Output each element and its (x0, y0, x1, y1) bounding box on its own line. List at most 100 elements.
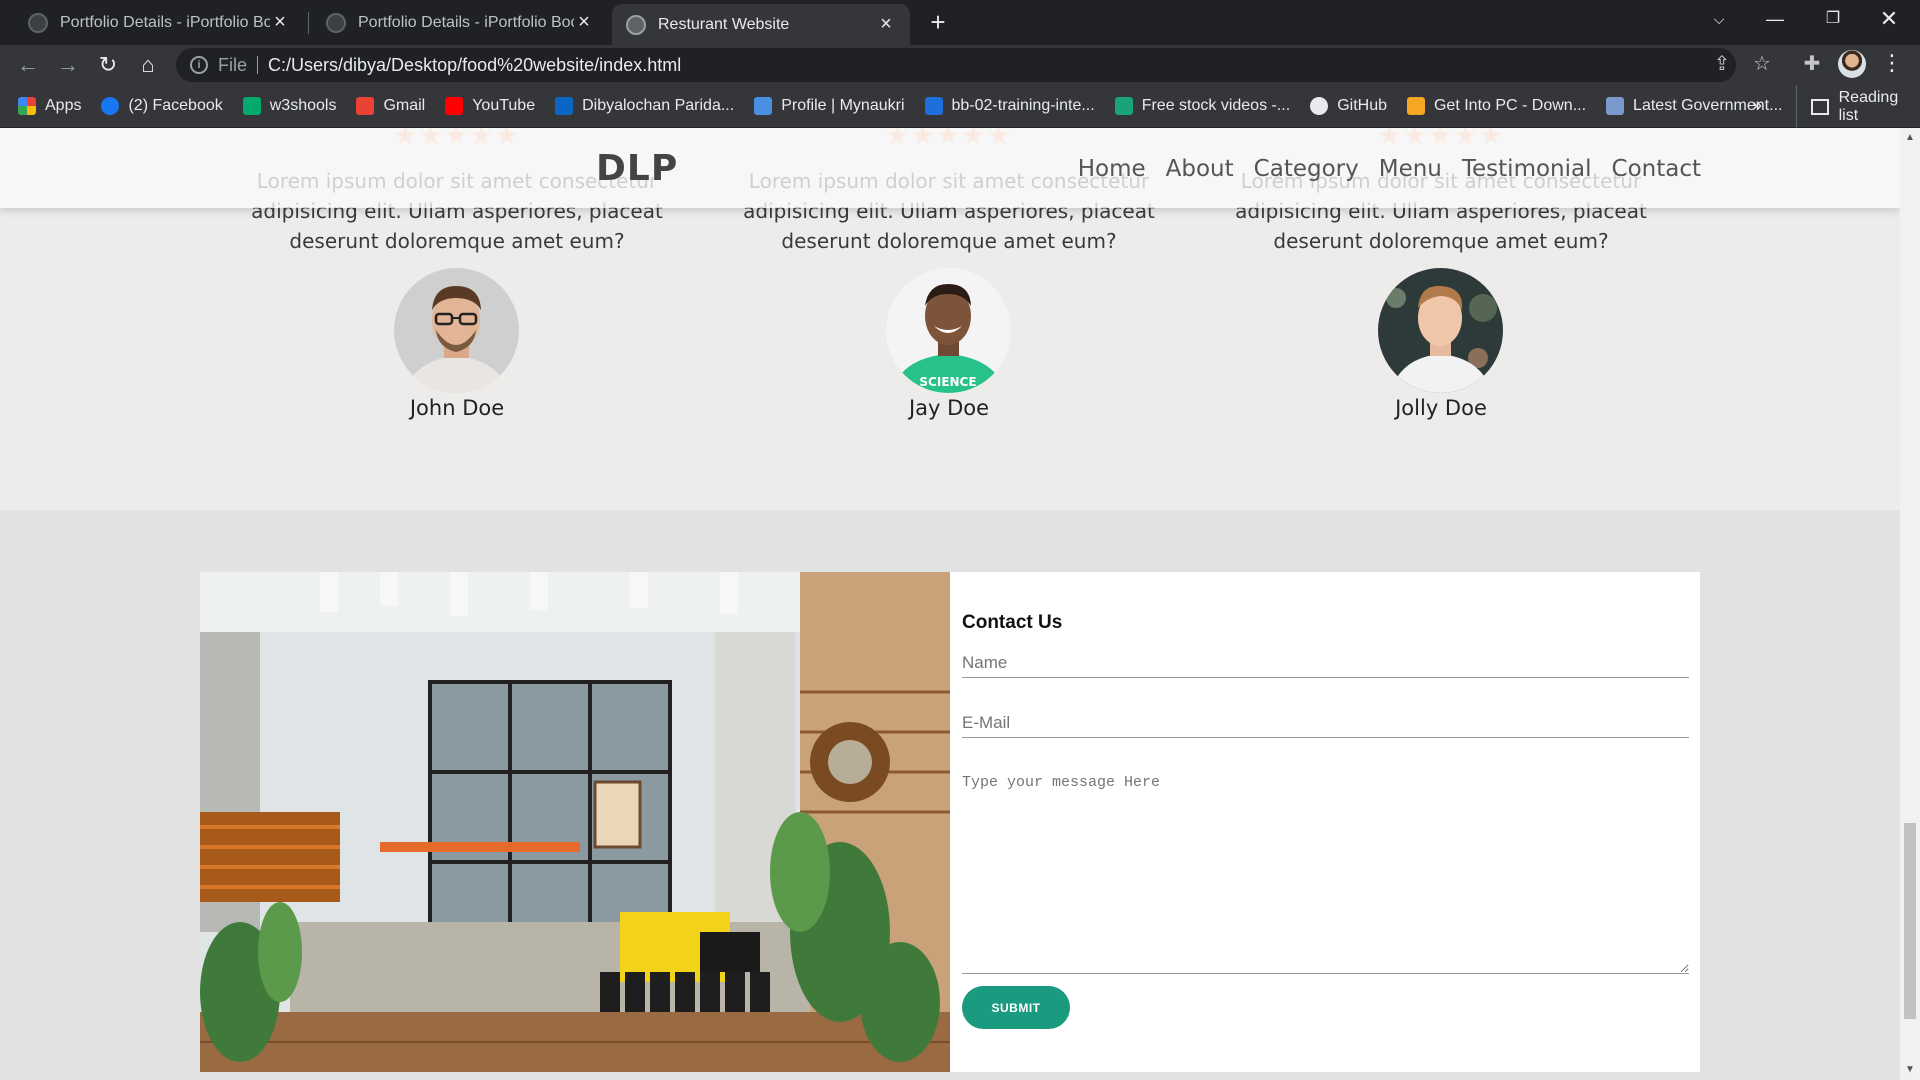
site-logo[interactable]: DLP (596, 148, 678, 189)
home-icon[interactable]: ⌂ (132, 49, 164, 81)
cafe-interior-image (200, 572, 950, 1072)
github-icon (326, 12, 346, 33)
browser-toolbar: ← → ↻ ⌂ i File C:/Users/dibya/Desktop/fo… (0, 45, 1920, 85)
more-bookmarks-button[interactable]: » (1752, 95, 1762, 116)
tab-resturant-website[interactable]: Resturant Website × (612, 4, 910, 45)
tab-separator (308, 12, 309, 34)
bookmark-label: GitHub (1337, 97, 1387, 114)
bookmark-label: Dibyalochan Parida... (582, 97, 735, 114)
nav-category[interactable]: Category (1254, 156, 1359, 182)
message-textarea[interactable] (962, 764, 1689, 974)
address-scheme: File (218, 54, 248, 75)
avatar: SCIENCE (886, 268, 1011, 393)
avatar (394, 268, 519, 393)
svg-text:SCIENCE: SCIENCE (919, 375, 976, 389)
bookmarks-bar: Apps (2) Facebook w3shools Gmail YouTube Diby… (0, 85, 1920, 128)
bookmark-item[interactable]: (2) Facebook (101, 97, 223, 115)
bookmark-item[interactable]: Dibyalochan Parida... (555, 97, 734, 115)
bookmark-item[interactable]: Gmail (356, 97, 425, 115)
bookmark-item[interactable]: w3shools (242, 97, 337, 115)
getintopc-icon (1406, 97, 1425, 115)
youtube-icon (445, 97, 464, 115)
scroll-up-icon[interactable]: ▲ (1900, 132, 1920, 143)
name-field[interactable] (962, 644, 1689, 678)
main-nav: Home About Category Menu Testimonial Con… (1058, 156, 1701, 182)
reading-list-label: Reading list (1838, 88, 1899, 124)
facebook-icon (101, 97, 120, 115)
close-icon[interactable]: × (574, 11, 594, 34)
submit-button[interactable]: SUBMIT (962, 986, 1070, 1029)
bookmark-item[interactable]: Free stock videos -... (1114, 97, 1291, 115)
bookmark-star-icon[interactable]: ☆ (1748, 51, 1776, 76)
bookmark-label: Apps (45, 97, 82, 114)
w3schools-icon (242, 97, 261, 115)
nav-contact[interactable]: Contact (1612, 156, 1701, 182)
bookmark-item[interactable]: Apps (18, 97, 81, 115)
bookmark-label: (2) Facebook (128, 97, 223, 114)
nav-menu[interactable]: Menu (1379, 156, 1442, 182)
tab-search-chevron-icon[interactable]: ⌵ (1696, 0, 1742, 38)
tab-title: Portfolio Details - iPortfolio Boots (358, 13, 574, 31)
bookmark-item[interactable]: GitHub (1310, 97, 1387, 115)
bookmark-label: Free stock videos -... (1141, 97, 1291, 114)
restore-button[interactable]: ❐ (1810, 0, 1856, 38)
page-viewport: ★★★★★ Lorem ipsum dolor sit amet consect… (0, 128, 1900, 1080)
bookmark-label: Gmail (383, 97, 426, 114)
testimonial-name: John Doe (409, 396, 505, 420)
back-arrow-icon[interactable]: ← (12, 49, 44, 81)
nav-testimonial[interactable]: Testimonial (1462, 156, 1592, 182)
close-icon[interactable]: × (270, 11, 290, 34)
address-bar[interactable]: i File C:/Users/dibya/Desktop/food%20web… (176, 48, 1736, 82)
scrollbar-thumb[interactable] (1904, 823, 1916, 1019)
gmail-icon (356, 97, 375, 115)
info-icon[interactable]: i (190, 56, 208, 74)
extensions-puzzle-icon[interactable]: ✚ (1798, 51, 1826, 76)
bookmark-label: Get Into PC - Down... (1433, 97, 1587, 114)
nav-home[interactable]: Home (1078, 156, 1146, 182)
reading-list-icon (1811, 98, 1829, 115)
forward-arrow-icon[interactable]: → (52, 49, 84, 81)
reading-list-button[interactable]: Reading list (1796, 85, 1920, 128)
close-icon[interactable]: × (876, 13, 896, 36)
globe-icon (626, 14, 646, 35)
contact-title: Contact Us (962, 612, 1063, 633)
site-header: DLP Home About Category Menu Testimonial… (0, 128, 1900, 208)
share-icon[interactable]: ⇪ (1708, 51, 1736, 76)
testimonial-name: Jay Doe (908, 396, 990, 420)
reload-icon[interactable]: ↻ (92, 49, 124, 81)
github-icon (28, 12, 48, 33)
bookmark-label: bb-02-training-inte... (951, 97, 1095, 114)
tab-portfolio-details-1[interactable]: Portfolio Details - iPortfolio Boots × (14, 0, 304, 45)
contact-form: Contact Us SUBMIT (950, 572, 1700, 1072)
testimonial-name: Jolly Doe (1395, 396, 1487, 420)
pexels-icon (1114, 97, 1133, 115)
email-field[interactable] (962, 704, 1689, 738)
linkedin-icon (555, 97, 574, 115)
tab-title: Portfolio Details - iPortfolio Boots (60, 13, 270, 31)
nav-about[interactable]: About (1166, 156, 1234, 182)
address-divider (257, 56, 259, 74)
address-url: C:/Users/dibya/Desktop/food%20website/in… (268, 54, 682, 75)
minimize-button[interactable]: — (1752, 0, 1798, 38)
bookmark-item[interactable]: Profile | Mynaukri (754, 97, 905, 115)
bookmark-label: YouTube (472, 97, 536, 114)
government-icon (1606, 97, 1625, 115)
bookmark-label: w3shools (269, 97, 337, 114)
avatar (1378, 268, 1503, 393)
github-icon (1310, 97, 1329, 115)
more-menu-icon[interactable]: ⋮ (1880, 50, 1904, 76)
bookmark-item[interactable]: bb-02-training-inte... (924, 97, 1095, 115)
profile-avatar[interactable] (1838, 50, 1866, 78)
new-tab-button[interactable]: + (922, 6, 954, 38)
bookmark-icon (924, 97, 943, 115)
mynaukri-icon (754, 97, 773, 115)
tab-strip: Portfolio Details - iPortfolio Boots × P… (0, 0, 1920, 45)
bookmark-item[interactable]: YouTube (445, 97, 535, 115)
bookmark-item[interactable]: Get Into PC - Down... (1406, 97, 1587, 115)
close-window-button[interactable]: ✕ (1866, 0, 1912, 38)
scroll-down-icon[interactable]: ▼ (1900, 1064, 1920, 1075)
page-scrollbar[interactable]: ▲ ▼ (1900, 128, 1920, 1080)
tab-title: Resturant Website (658, 15, 790, 33)
tab-portfolio-details-2[interactable]: Portfolio Details - iPortfolio Boots × (312, 0, 608, 45)
apps-grid-icon (18, 97, 36, 115)
